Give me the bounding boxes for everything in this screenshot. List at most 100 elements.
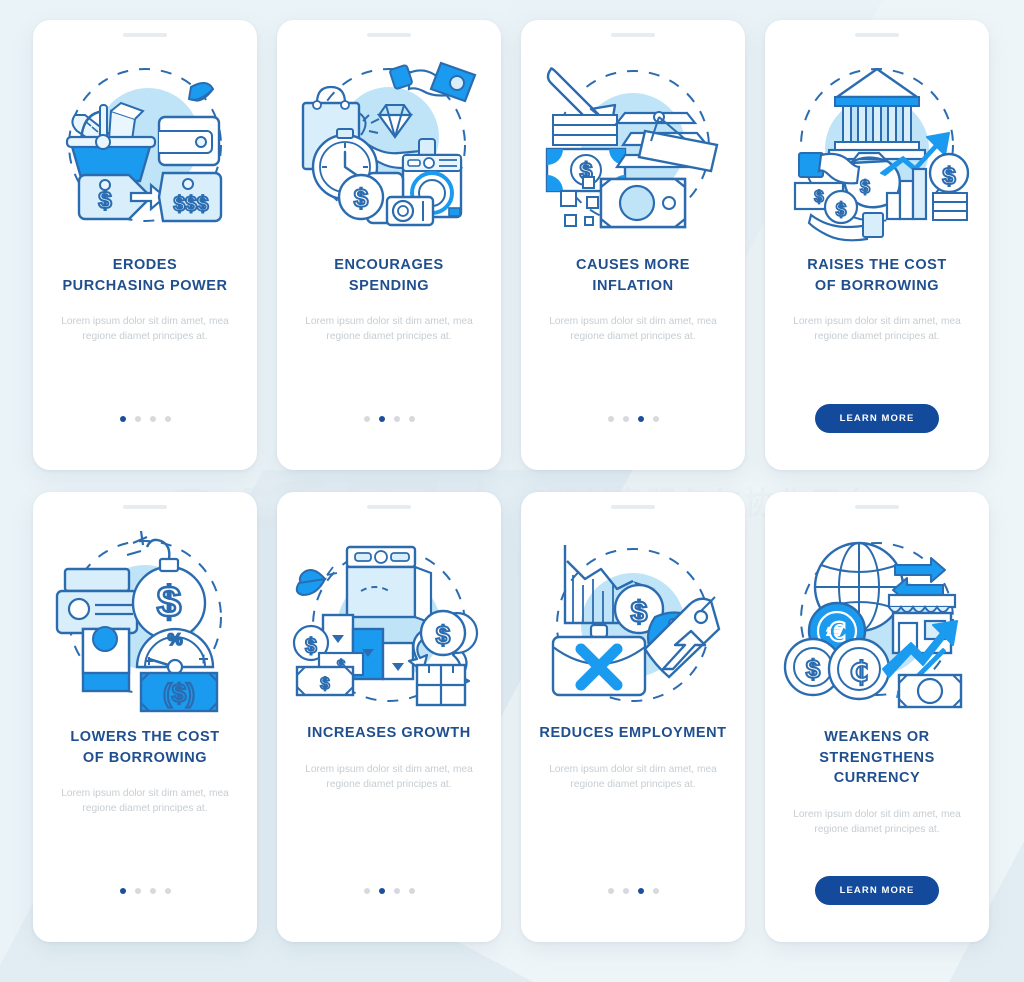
svg-text:$: $	[860, 177, 870, 197]
phone-speaker-bar	[855, 33, 899, 37]
pagination-dot-3[interactable]	[393, 416, 400, 422]
phone-speaker-bar	[123, 33, 167, 37]
svg-text:$: $	[320, 674, 330, 693]
card-footer	[521, 888, 745, 894]
svg-text:$: $	[436, 620, 451, 650]
svg-text:$: $	[814, 187, 824, 206]
pagination-dot-3[interactable]	[637, 888, 644, 894]
card-title-line: SPENDING	[348, 277, 430, 294]
card-title: INCREASES GROWTH	[307, 723, 470, 744]
card-title-line: CAUSES MORE	[575, 257, 690, 273]
pagination-dot-3[interactable]	[149, 416, 156, 422]
pagination-dots[interactable]	[363, 416, 415, 422]
shopping-bag-stopwatch-diamond-appliances-icon: $	[289, 41, 489, 249]
svg-text:$: $	[354, 183, 369, 213]
card-title: CAUSES MORE INFLATION	[576, 255, 690, 296]
card-footer	[33, 416, 257, 422]
card-footer	[277, 888, 501, 894]
pagination-dot-4[interactable]	[408, 888, 415, 894]
pagination-dot-4[interactable]	[652, 416, 659, 422]
onboarding-screens-grid: $ $$$ ERODES PURCHASING POWER Lorem ipsu…	[33, 20, 991, 942]
card-title: REDUCES EMPLOYMENT	[539, 723, 726, 744]
svg-text:$: $	[98, 187, 112, 214]
shopping-basket-wallet-price-tags-icon: $ $$$	[45, 41, 245, 249]
learn-more-button[interactable]: LEARN MORE	[815, 404, 939, 433]
card-title-line: REDUCES EMPLOYMENT	[539, 725, 727, 741]
onboarding-card-causes-more-inflation[interactable]: $ CAUSES MORE INFLATION Lorem ipsum dolo…	[521, 20, 745, 470]
pagination-dot-1[interactable]	[363, 888, 370, 894]
card-title-line: STRENGTHENS	[819, 749, 935, 766]
svg-text:$: $	[806, 654, 821, 684]
pagination-dot-1[interactable]	[119, 416, 126, 422]
down-arrow-cash-gold-bars-banknote-icon: $	[533, 41, 733, 249]
phone-speaker-bar	[611, 505, 655, 509]
factory-descending-bars-cash-coins-boxes-icon: $ $ $ $	[289, 513, 489, 721]
pagination-dots[interactable]	[607, 416, 659, 422]
card-text-block: CAUSES MORE INFLATION Lorem ipsum dolor …	[521, 249, 745, 470]
card-title-line: LOWERS THE COST	[70, 729, 220, 745]
card-text-block: LOWERS THE COST OF BORROWING Lorem ipsum…	[33, 721, 257, 942]
card-text-block: WEAKENS OR STRENGTHENS CURRENCY Lorem ip…	[765, 721, 989, 942]
card-body-text: Lorem ipsum dolor sit dim amet, mea regi…	[305, 763, 473, 790]
onboarding-card-reduces-employment[interactable]: $ REDUCES EMPLOYMENT Lorem ipsum dolor s…	[521, 492, 745, 942]
onboarding-card-encourages-spending[interactable]: $ ENCOURAGES SPENDING Lorem ipsum dolor …	[277, 20, 501, 470]
card-title: LOWERS THE COST OF BORROWING	[70, 727, 219, 768]
pagination-dot-2[interactable]	[622, 888, 629, 894]
card-title-line: OF BORROWING	[814, 277, 940, 294]
bank-money-bag-rising-chart-coins-icon: $ $ $ $	[777, 41, 977, 249]
card-footer	[521, 416, 745, 422]
pagination-dot-3[interactable]	[637, 416, 644, 422]
pagination-dot-2[interactable]	[134, 416, 141, 422]
pagination-dot-2[interactable]	[134, 888, 141, 894]
card-title: ERODES PURCHASING POWER	[62, 255, 227, 296]
card-body-text: Lorem ipsum dolor sit dim amet, mea regi…	[549, 763, 717, 790]
pagination-dots[interactable]	[119, 416, 171, 422]
phone-speaker-bar	[123, 505, 167, 509]
pagination-dot-3[interactable]	[149, 888, 156, 894]
card-title-line: PURCHASING POWER	[62, 277, 228, 294]
pagination-dot-4[interactable]	[164, 416, 171, 422]
card-title-line: INFLATION	[592, 277, 674, 294]
pagination-dot-2[interactable]	[622, 416, 629, 422]
onboarding-card-raises-the-cost-of-borrowing[interactable]: $ $ $ $ RAISES THE COST OF BORROWING Lor…	[765, 20, 989, 470]
card-text-block: RAISES THE COST OF BORROWING Lorem ipsum…	[765, 249, 989, 470]
card-title: RAISES THE COST OF BORROWING	[807, 255, 947, 296]
pagination-dots[interactable]	[119, 888, 171, 894]
card-footer: LEARN MORE	[765, 404, 989, 433]
pagination-dot-4[interactable]	[652, 888, 659, 894]
pagination-dots[interactable]	[363, 888, 415, 894]
pagination-dot-4[interactable]	[408, 416, 415, 422]
card-text-block: ENCOURAGES SPENDING Lorem ipsum dolor si…	[277, 249, 501, 470]
onboarding-card-weakens-or-strengthens-currency[interactable]: € $ ₵ WEAKENS OR STRENGTHENS CURRENCY Lo…	[765, 492, 989, 942]
card-body-text: Lorem ipsum dolor sit dim amet, mea regi…	[793, 808, 961, 835]
svg-text:$: $	[942, 163, 956, 190]
pagination-dot-2[interactable]	[378, 416, 385, 422]
svg-text:$: $	[836, 200, 847, 221]
card-title: WEAKENS OR STRENGTHENS CURRENCY	[819, 727, 935, 789]
onboarding-card-lowers-the-cost-of-borrowing[interactable]: $ % ($) LOWERS THE COST OF BORROWING Lor…	[33, 492, 257, 942]
svg-text:$$$: $$$	[173, 193, 208, 216]
phone-speaker-bar	[855, 505, 899, 509]
onboarding-card-erodes-purchasing-power[interactable]: $ $$$ ERODES PURCHASING POWER Lorem ipsu…	[33, 20, 257, 470]
pagination-dot-1[interactable]	[607, 416, 614, 422]
card-footer: LEARN MORE	[765, 876, 989, 905]
card-title-line: RAISES THE COST	[807, 257, 947, 273]
pagination-dot-1[interactable]	[119, 888, 126, 894]
pagination-dot-2[interactable]	[378, 888, 385, 894]
money-printer-dollar-bomb-percent-gauge-icon: $ % ($)	[45, 513, 245, 721]
card-title-line: OF BORROWING	[82, 749, 208, 766]
card-body-text: Lorem ipsum dolor sit dim amet, mea regi…	[305, 316, 473, 343]
svg-text:%: %	[167, 630, 182, 649]
svg-text:$: $	[305, 635, 317, 658]
pagination-dot-3[interactable]	[393, 888, 400, 894]
pagination-dot-1[interactable]	[607, 888, 614, 894]
phone-speaker-bar	[367, 33, 411, 37]
phone-speaker-bar	[611, 33, 655, 37]
card-title-line: WEAKENS OR	[824, 729, 930, 745]
pagination-dot-1[interactable]	[363, 416, 370, 422]
pagination-dot-4[interactable]	[164, 888, 171, 894]
learn-more-button[interactable]: LEARN MORE	[815, 876, 939, 905]
svg-text:$: $	[631, 596, 648, 629]
pagination-dots[interactable]	[607, 888, 659, 894]
onboarding-card-increases-growth[interactable]: $ $ $ $ INCREASES GROWTH Lorem ipsum dol…	[277, 492, 501, 942]
